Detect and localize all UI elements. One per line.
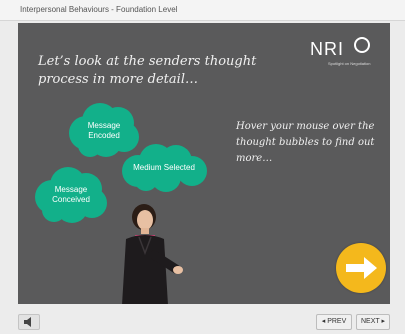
audio-toggle-button[interactable] bbox=[18, 314, 40, 330]
bubble-label-line2: Encoded bbox=[88, 131, 120, 140]
instruction-text: Hover your mouse over the thought bubble… bbox=[236, 121, 375, 164]
bubble-medium-selected[interactable]: Medium Selected bbox=[118, 143, 210, 193]
slide-heading: Let’s look at the senders thought proces… bbox=[38, 54, 257, 87]
logo-ring-icon bbox=[354, 37, 370, 53]
speaker-icon bbox=[24, 317, 31, 327]
slide-canvas: Let’s look at the senders thought proces… bbox=[18, 23, 390, 304]
player-footer: ◂ PREV NEXT ▸ bbox=[0, 306, 405, 332]
presenter-figure bbox=[110, 203, 190, 304]
bubble-label-line1: Medium Selected bbox=[133, 163, 195, 172]
bubble-label-line1: Message bbox=[87, 121, 121, 130]
bubble-label-line1: Message bbox=[54, 185, 88, 194]
logo-tagline: Spotlight on Negotiation bbox=[328, 61, 371, 66]
prev-button[interactable]: ◂ PREV bbox=[316, 314, 352, 330]
next-arrow-button[interactable] bbox=[336, 243, 386, 293]
window-title: Interpersonal Behaviours - Foundation Le… bbox=[20, 5, 178, 14]
bubble-label-line2: Conceived bbox=[52, 195, 90, 204]
nri-logo: NRI Spotlight on Negotiation bbox=[310, 35, 380, 69]
next-button[interactable]: NEXT ▸ bbox=[356, 314, 390, 330]
bubble-message-conceived[interactable]: Message Conceived bbox=[32, 165, 110, 225]
logo-text: NRI bbox=[310, 39, 344, 59]
window-titlebar: Interpersonal Behaviours - Foundation Le… bbox=[0, 0, 405, 21]
right-arrow-icon bbox=[346, 257, 377, 279]
